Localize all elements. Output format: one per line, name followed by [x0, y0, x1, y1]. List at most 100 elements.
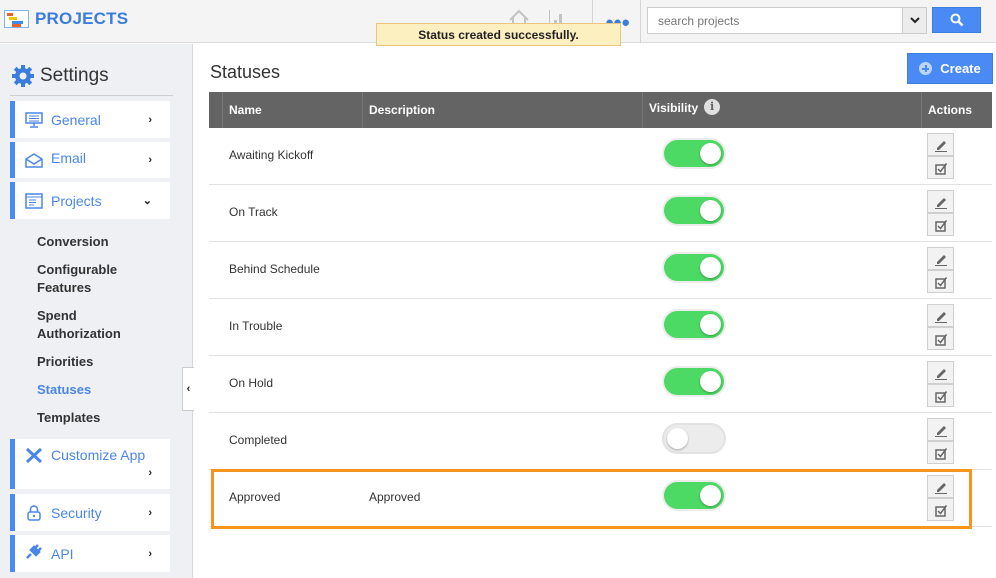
status-name: Awaiting Kickoff: [229, 148, 314, 162]
approve-button[interactable]: [927, 498, 954, 521]
visibility-toggle[interactable]: [664, 482, 724, 509]
status-name: Completed: [229, 433, 288, 447]
pencil-icon: [934, 368, 947, 380]
column-header-label: Visibility: [649, 101, 699, 115]
toggle-knob: [667, 428, 688, 449]
search-icon: [950, 13, 963, 27]
sidebar-item-security[interactable]: Security ›: [10, 494, 170, 531]
checkbox-icon: [934, 276, 947, 289]
sidebar-item-label: Projects: [51, 192, 102, 209]
search-input[interactable]: [648, 8, 902, 33]
sidebar-subitem-priorities[interactable]: Priorities: [37, 353, 93, 371]
collapse-sidebar-button[interactable]: ‹: [182, 367, 194, 411]
chevron-right-icon: ›: [148, 467, 152, 479]
approve-button[interactable]: [927, 327, 954, 350]
approve-button[interactable]: [927, 270, 954, 293]
edit-button[interactable]: [927, 418, 954, 441]
toast-message: Status created successfully.: [376, 23, 621, 46]
sidebar-item-projects[interactable]: Projects ⌄: [10, 182, 170, 219]
sidebar-subitem-configurable-features[interactable]: Configurable Features: [37, 261, 137, 297]
sidebar-item-label: General: [51, 111, 101, 128]
checkbox-icon: [934, 504, 947, 517]
status-name: Approved: [229, 490, 281, 504]
search-dropdown-button[interactable]: [902, 8, 926, 33]
gantt-icon: [4, 10, 29, 28]
chevron-down-icon: ⌄: [142, 195, 152, 207]
checkbox-icon: [934, 447, 947, 460]
sidebar-item-email[interactable]: Email ›: [10, 142, 170, 178]
visibility-toggle[interactable]: [664, 254, 724, 281]
pencil-icon: [934, 311, 947, 323]
page-title: Statuses: [210, 62, 281, 82]
sidebar-item-api[interactable]: API ›: [10, 535, 170, 572]
gear-icon: [12, 65, 34, 87]
table-row: In Trouble: [209, 299, 992, 356]
toggle-knob: [700, 485, 721, 506]
edit-button[interactable]: [927, 304, 954, 327]
edit-button[interactable]: [927, 190, 954, 213]
window-icon: [25, 192, 43, 209]
column-header-visibility: Visibility i: [642, 92, 921, 128]
table-row: Awaiting Kickoff: [209, 128, 992, 185]
edit-button[interactable]: [927, 475, 954, 498]
column-header-name: Name: [222, 92, 362, 128]
sidebar-subitem-conversion[interactable]: Conversion: [37, 233, 109, 251]
status-name: Behind Schedule: [229, 262, 320, 276]
visibility-toggle[interactable]: [664, 311, 724, 338]
sidebar-item-customize-app[interactable]: Customize App ›: [10, 439, 170, 489]
pencil-icon: [934, 482, 947, 494]
plug-icon: [26, 544, 42, 559]
monitor-icon: [25, 111, 43, 128]
create-button[interactable]: Create: [907, 53, 993, 84]
edit-button[interactable]: [927, 361, 954, 384]
toggle-knob: [700, 371, 721, 392]
settings-title: Settings: [40, 65, 109, 86]
visibility-toggle[interactable]: [664, 197, 724, 224]
sidebar-item-general[interactable]: General ›: [10, 101, 170, 138]
pencil-icon: [934, 197, 947, 209]
tools-icon: [25, 447, 43, 463]
sidebar-item-label: Security: [51, 504, 102, 521]
visibility-toggle[interactable]: [664, 368, 724, 395]
chevron-right-icon: ›: [148, 547, 152, 560]
search-button[interactable]: [932, 7, 981, 33]
pencil-icon: [934, 425, 947, 437]
chevron-right-icon: ›: [148, 113, 152, 126]
approve-button[interactable]: [927, 441, 954, 464]
divider: [10, 95, 173, 96]
table-row: Approved Approved: [209, 470, 992, 527]
visibility-toggle[interactable]: [664, 140, 724, 167]
sidebar-subitem-statuses[interactable]: Statuses: [37, 381, 91, 399]
approve-button[interactable]: [927, 156, 954, 179]
pencil-icon: [934, 254, 947, 266]
edit-button[interactable]: [927, 133, 954, 156]
table-header: Name Description Visibility i Actions: [209, 92, 992, 128]
toggle-knob: [700, 257, 721, 278]
sidebar-item-label: Customize App: [51, 447, 146, 463]
search-box: [647, 7, 927, 34]
pencil-icon: [934, 140, 947, 152]
status-name: In Trouble: [229, 319, 283, 333]
chevron-down-icon: [909, 17, 920, 24]
edit-button[interactable]: [927, 247, 954, 270]
sidebar-item-label: Email: [51, 150, 87, 166]
divider: [640, 0, 641, 43]
status-name: On Track: [229, 205, 278, 219]
approve-button[interactable]: [927, 213, 954, 236]
info-icon[interactable]: i: [704, 99, 721, 116]
app-logo[interactable]: PROJECTS: [4, 9, 128, 29]
app-title: PROJECTS: [35, 9, 129, 28]
sidebar-subitem-spend-authorization[interactable]: Spend Authorization: [37, 307, 137, 343]
envelope-open-icon: [25, 153, 43, 168]
checkbox-icon: [934, 219, 947, 232]
checkbox-icon: [934, 333, 947, 346]
visibility-toggle[interactable]: [664, 425, 724, 452]
checkbox-icon: [934, 162, 947, 175]
approve-button[interactable]: [927, 384, 954, 407]
column-header-description: Description: [362, 92, 642, 128]
status-name: On Hold: [229, 376, 274, 390]
chevron-right-icon: ›: [148, 154, 152, 166]
settings-sidebar: Settings General › Email › Projects ⌄ Co…: [0, 44, 193, 578]
sidebar-subitem-templates[interactable]: Templates: [37, 409, 100, 427]
toggle-knob: [700, 200, 721, 221]
